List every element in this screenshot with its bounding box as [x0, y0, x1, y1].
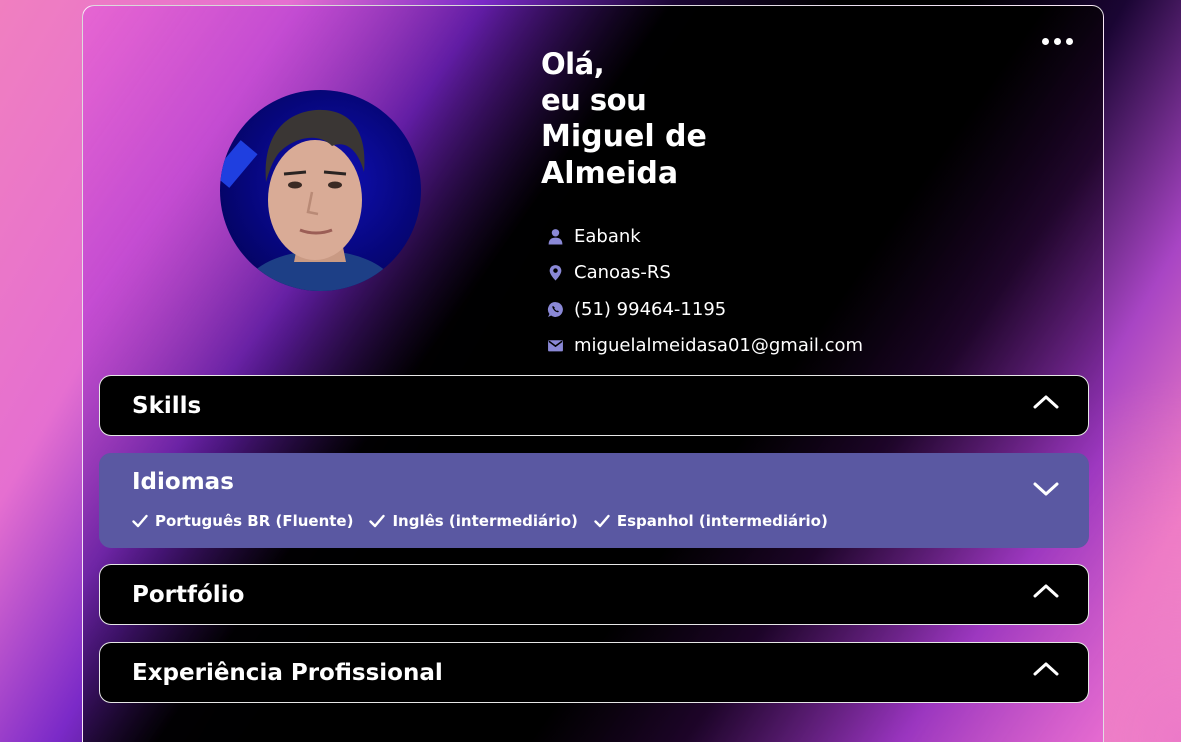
contact-phone-text: (51) 99464-1195 — [574, 298, 727, 320]
accordion-skills-title: Skills — [132, 393, 202, 419]
accordion-portfolio[interactable]: Portfólio — [99, 564, 1089, 625]
contact-location: Canoas-RS — [547, 255, 863, 292]
accordion-skills[interactable]: Skills — [99, 375, 1089, 436]
contact-list: Eabank Canoas-RS (51) 99464-1195 miguela… — [547, 218, 863, 364]
chevron-down-icon[interactable] — [1032, 479, 1060, 499]
name-line-1: Miguel de — [541, 119, 707, 154]
accordion-idiomas[interactable]: Idiomas Português BR (Fluente) Inglês (i… — [99, 453, 1089, 548]
accordion-idiomas-title: Idiomas — [132, 469, 234, 495]
map-pin-icon — [549, 265, 562, 281]
check-icon — [369, 514, 386, 528]
accordion-portfolio-title: Portfólio — [132, 582, 245, 608]
name-line-2: Almeida — [541, 156, 679, 191]
avatar-portrait — [220, 109, 400, 291]
mail-icon — [548, 340, 563, 352]
chevron-up-icon[interactable] — [1032, 392, 1060, 412]
language-item-label: Inglês (intermediário) — [392, 512, 578, 530]
accordion-experiencia[interactable]: Experiência Profissional — [99, 642, 1089, 703]
language-item: Inglês (intermediário) — [369, 512, 578, 530]
avatar — [220, 90, 421, 291]
chevron-up-icon[interactable] — [1032, 581, 1060, 601]
language-item: Português BR (Fluente) — [132, 512, 353, 530]
profile-card: Olá, eu sou Miguel de Almeida Eabank Can… — [82, 5, 1104, 742]
contact-company-text: Eabank — [574, 225, 641, 247]
user-icon — [548, 228, 563, 245]
chevron-up-icon[interactable] — [1032, 659, 1060, 679]
language-item: Espanhol (intermediário) — [594, 512, 828, 530]
contact-phone[interactable]: (51) 99464-1195 — [547, 291, 863, 328]
greeting-line-1: Olá, — [541, 47, 605, 81]
language-item-label: Espanhol (intermediário) — [616, 512, 828, 530]
language-list: Português BR (Fluente) Inglês (intermedi… — [132, 512, 828, 530]
language-item-label: Português BR (Fluente) — [155, 512, 354, 530]
intro-block: Olá, eu sou Miguel de Almeida — [541, 46, 707, 192]
greeting-line-2: eu sou — [541, 83, 647, 117]
accordion-experiencia-title: Experiência Profissional — [132, 660, 443, 686]
whatsapp-icon — [547, 301, 563, 317]
contact-email-text: miguelalmeidasa01@gmail.com — [574, 335, 864, 357]
more-dots-icon[interactable] — [1042, 38, 1073, 45]
check-icon — [132, 514, 148, 528]
contact-email[interactable]: miguelalmeidasa01@gmail.com — [547, 328, 863, 365]
check-icon — [594, 514, 610, 528]
contact-location-text: Canoas-RS — [574, 262, 671, 284]
contact-company: Eabank — [547, 218, 863, 255]
